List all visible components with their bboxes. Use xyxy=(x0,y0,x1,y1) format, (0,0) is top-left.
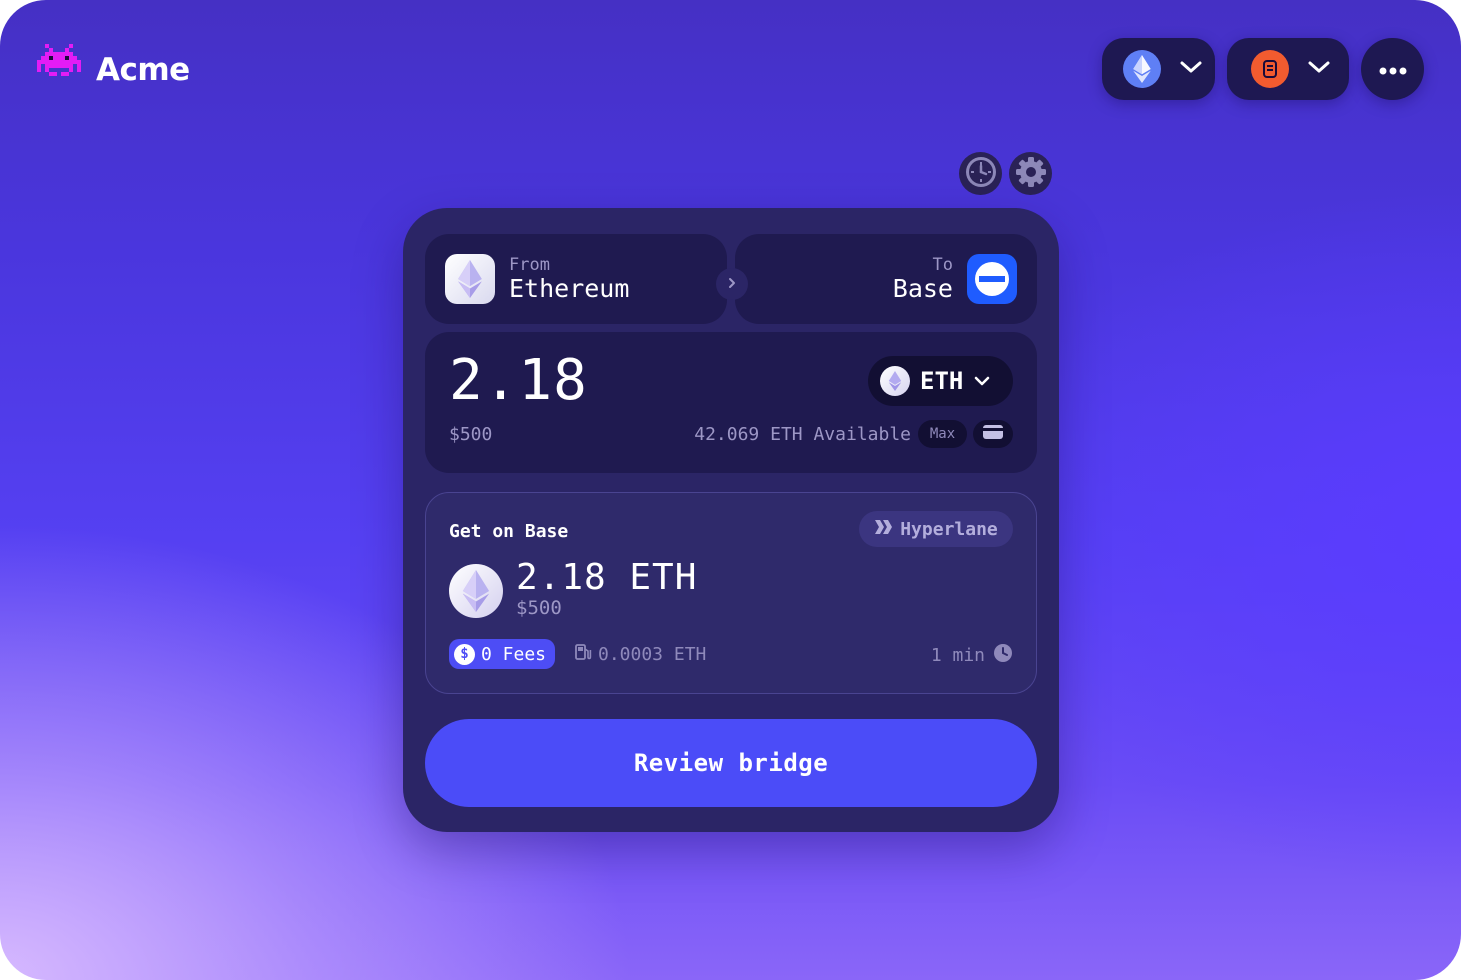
clock-icon xyxy=(993,643,1013,668)
bridge-card: From Ethereum To Base 2.18 $500 ETH 42.0… xyxy=(403,208,1059,832)
gas-pump-icon xyxy=(574,643,592,666)
wallet-icon xyxy=(982,424,1004,444)
max-button[interactable]: Max xyxy=(918,420,967,448)
more-menu-button[interactable] xyxy=(1361,38,1424,100)
clock-icon xyxy=(964,155,998,193)
eta: 1 min xyxy=(931,643,1013,668)
amount-input[interactable]: 2.18 xyxy=(449,348,588,413)
provider-badge[interactable]: Hyperlane xyxy=(859,511,1013,547)
account-avatar-icon xyxy=(1251,50,1289,88)
swap-direction-button[interactable] xyxy=(716,268,748,300)
wallet-button[interactable] xyxy=(973,420,1013,448)
chevron-down-icon xyxy=(973,372,991,391)
provider-name: Hyperlane xyxy=(900,518,998,540)
receive-title: Get on Base xyxy=(449,521,569,542)
to-chain-text: To Base xyxy=(893,255,953,303)
from-chain-name: Ethereum xyxy=(509,274,630,303)
fees-text: 0 Fees xyxy=(481,643,547,665)
chevron-down-icon xyxy=(1307,59,1331,79)
ethereum-icon xyxy=(445,254,495,304)
to-chain-name: Base xyxy=(892,274,953,303)
hyperlane-icon xyxy=(874,519,894,540)
token-selector[interactable]: ETH xyxy=(868,356,1013,406)
gear-icon xyxy=(1014,155,1048,193)
to-chain-selector[interactable]: To Base xyxy=(735,234,1037,324)
from-label: From xyxy=(509,255,550,275)
app-window: Acme From Ethereum To Base 2.18 $500 ETH… xyxy=(0,0,1461,980)
review-bridge-button[interactable]: Review bridge xyxy=(425,719,1037,807)
dollar-icon: $ xyxy=(454,643,475,665)
from-chain-text: From Ethereum xyxy=(509,255,629,303)
chevron-right-icon xyxy=(726,275,738,294)
to-label: To xyxy=(932,255,953,275)
gas-estimate: 0.0003 ETH xyxy=(574,643,706,666)
receive-amount: 2.18 ETH xyxy=(516,557,698,598)
brand-name: Acme xyxy=(96,52,190,88)
settings-button[interactable] xyxy=(1009,152,1052,195)
amount-panel: 2.18 $500 ETH 42.069 ETH Available Max xyxy=(425,332,1037,473)
space-invader-logo-icon xyxy=(36,44,82,96)
token-name: ETH xyxy=(920,367,964,395)
chevron-down-icon xyxy=(1179,59,1203,79)
ethereum-icon xyxy=(1122,50,1161,88)
brand[interactable]: Acme xyxy=(36,44,190,96)
gas-text: 0.0003 ETH xyxy=(598,644,707,665)
more-dots-icon xyxy=(1379,60,1407,79)
fees-badge: $ 0 Fees xyxy=(449,639,555,669)
eta-text: 1 min xyxy=(930,645,985,666)
network-selector[interactable] xyxy=(1102,38,1215,100)
receive-usd-value: $500 xyxy=(516,597,562,619)
history-button[interactable] xyxy=(959,152,1002,195)
ethereum-icon xyxy=(449,564,503,618)
ethereum-icon xyxy=(880,366,910,396)
from-chain-selector[interactable]: From Ethereum xyxy=(425,234,727,324)
account-selector[interactable] xyxy=(1227,38,1349,100)
receive-panel: Get on Base Hyperlane 2.18 ETH $500 $ 0 … xyxy=(425,492,1037,694)
base-chain-icon xyxy=(967,254,1017,304)
available-balance: 42.069 ETH Available xyxy=(694,424,911,445)
amount-usd-value: $500 xyxy=(449,424,493,445)
